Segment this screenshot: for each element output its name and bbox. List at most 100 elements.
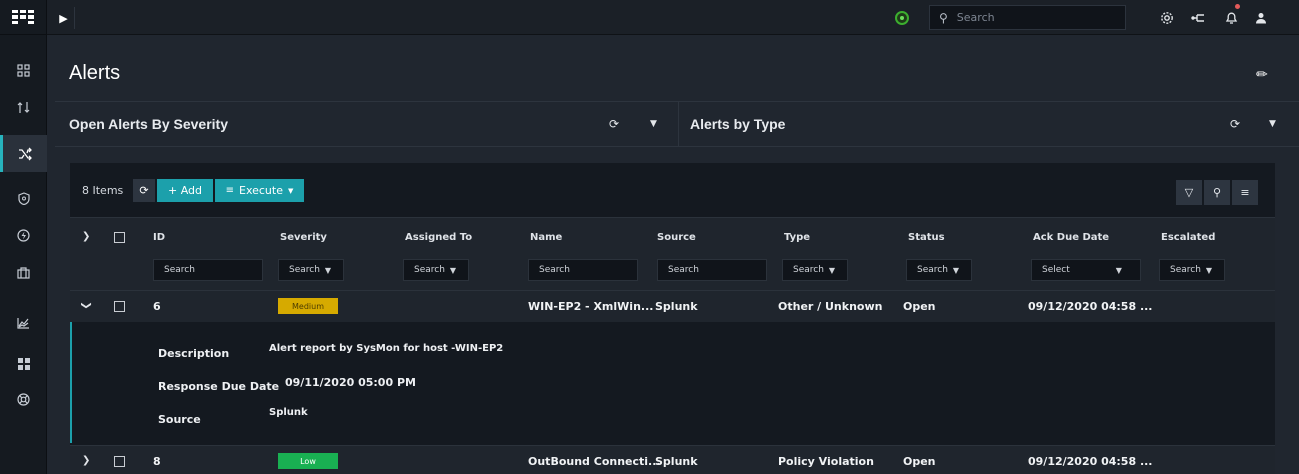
notifications-bell-icon[interactable] xyxy=(1222,9,1240,27)
page-title: Alerts xyxy=(69,62,121,84)
column-header-source[interactable]: Source xyxy=(657,232,696,243)
chevron-right-icon[interactable]: ❯ xyxy=(82,231,90,242)
filter-id[interactable]: Search xyxy=(153,259,263,281)
row-checkbox[interactable] xyxy=(114,301,125,312)
briefcase-icon xyxy=(17,266,30,279)
column-header-status[interactable]: Status xyxy=(908,232,945,243)
nav-queue[interactable] xyxy=(0,89,47,126)
filter-assigned-to[interactable]: Search ▼ xyxy=(403,259,469,281)
widget-title-type: Alerts by Type xyxy=(690,116,786,132)
expand-sidebar-button[interactable]: ▶ xyxy=(53,7,75,29)
search-icon: ⚲ xyxy=(939,10,948,25)
column-header-ack-due-date[interactable]: Ack Due Date xyxy=(1033,232,1109,243)
chevron-down-icon[interactable]: ▼ xyxy=(650,119,657,129)
filter-escalated[interactable]: Search ▼ xyxy=(1159,259,1225,281)
items-count: 8 Items xyxy=(82,184,124,197)
filter-source-text: Search xyxy=(668,265,699,275)
chevron-right-icon[interactable]: ❯ xyxy=(82,455,90,466)
cell-status: Open xyxy=(903,300,936,313)
filter-status[interactable]: Search ▼ xyxy=(906,259,972,281)
nav-widgets[interactable] xyxy=(0,345,47,382)
detail-source-label: Source xyxy=(158,413,201,426)
add-button[interactable]: + Add xyxy=(157,179,213,202)
grid-refresh-button[interactable]: ⟳ xyxy=(133,179,155,202)
settings-icon[interactable] xyxy=(1158,9,1176,27)
nav-help[interactable] xyxy=(0,381,47,418)
nav-reports[interactable] xyxy=(0,304,47,341)
app-logo[interactable] xyxy=(0,0,46,35)
shuffle-icon xyxy=(19,147,32,160)
cell-source: Splunk xyxy=(655,455,698,468)
playbook-icon[interactable] xyxy=(1189,9,1207,27)
filter-escalated-text: Search xyxy=(1170,265,1201,275)
column-header-name[interactable]: Name xyxy=(530,232,562,243)
column-header-escalated[interactable]: Escalated xyxy=(1161,232,1215,243)
detail-description-value: Alert report by SysMon for host -WIN-EP2 xyxy=(269,343,504,354)
column-header-type[interactable]: Type xyxy=(784,232,810,243)
cell-ack-due: 09/12/2020 04:58 ... xyxy=(1028,300,1153,313)
row-detail-panel: Description Alert report by SysMon for h… xyxy=(70,322,1275,443)
caret-down-icon: ▼ xyxy=(324,265,332,275)
edit-pencil-icon[interactable]: ✏ xyxy=(1256,67,1268,83)
cell-ack-due: 09/12/2020 04:58 ... xyxy=(1028,455,1153,468)
alerts-grid-panel: 8 Items ⟳ + Add ≡ Execute ▼ ▽ ⚲ ≡ ❯ ID S… xyxy=(70,163,1275,474)
refresh-icon[interactable]: ⟳ xyxy=(609,117,619,131)
nav-dashboard[interactable] xyxy=(0,52,47,89)
sort-icon xyxy=(17,102,30,113)
caret-down-icon: ▼ xyxy=(1115,265,1122,275)
cell-name[interactable]: WIN-EP2 - XmlWin... xyxy=(528,300,653,313)
caret-down-icon: ▼ xyxy=(828,265,836,275)
column-header-severity[interactable]: Severity xyxy=(280,232,327,243)
menu-icon: ≡ xyxy=(1240,186,1250,199)
nav-security[interactable] xyxy=(0,180,47,217)
row-checkbox[interactable] xyxy=(114,456,125,467)
filter-ack-due-date[interactable]: Select ▼ xyxy=(1031,259,1141,281)
widget-title-severity: Open Alerts By Severity xyxy=(69,116,228,132)
filter-button[interactable]: ▽ xyxy=(1176,180,1202,205)
filter-name[interactable]: Search xyxy=(528,259,638,281)
filter-severity-text: Search xyxy=(289,265,320,275)
nav-incident-response[interactable] xyxy=(0,135,47,172)
chart-icon xyxy=(17,317,29,329)
filter-id-text: Search xyxy=(164,265,195,275)
cell-name[interactable]: OutBound Connecti... xyxy=(528,455,661,468)
select-all-checkbox[interactable] xyxy=(114,232,125,243)
logo-icon xyxy=(12,10,34,24)
table-row[interactable]: ❯ 8 Low OutBound Connecti... Splunk Poli… xyxy=(70,445,1275,474)
caret-down-icon: ▼ xyxy=(1205,265,1213,275)
detail-source-value: Splunk xyxy=(269,407,308,418)
column-menu-button[interactable]: ≡ xyxy=(1232,180,1258,205)
nav-automation[interactable] xyxy=(0,217,47,254)
cell-id: 6 xyxy=(153,300,161,313)
refresh-icon[interactable]: ⟳ xyxy=(1230,117,1240,131)
detail-description-label: Description xyxy=(158,347,230,360)
user-icon[interactable] xyxy=(1252,9,1270,27)
filter-status-text: Search xyxy=(917,265,948,275)
chevron-down-icon[interactable]: ❯ xyxy=(81,301,92,309)
search-icon: ⚲ xyxy=(1212,186,1222,199)
filter-type[interactable]: Search ▼ xyxy=(782,259,848,281)
detail-response-label: Response Due Date xyxy=(158,380,280,393)
execute-label: Execute xyxy=(239,184,283,197)
shield-icon xyxy=(17,192,30,205)
execute-button[interactable]: ≡ Execute ▼ xyxy=(215,179,304,202)
table-row[interactable]: ❯ 6 Medium WIN-EP2 - XmlWin... Splunk Ot… xyxy=(70,290,1275,322)
caret-down-icon: ▼ xyxy=(952,265,960,275)
notification-badge xyxy=(1235,4,1240,9)
filter-severity[interactable]: Search ▼ xyxy=(278,259,344,281)
playbook-icon: ≡ xyxy=(225,185,234,196)
filter-ack-text: Select xyxy=(1042,265,1070,275)
dashboard-icon xyxy=(17,64,30,77)
left-nav-rail xyxy=(0,0,47,474)
column-header-id[interactable]: ID xyxy=(153,232,165,243)
grid-search-button[interactable]: ⚲ xyxy=(1204,180,1230,205)
global-search-input[interactable]: ⚲ Search xyxy=(929,5,1126,30)
filter-name-text: Search xyxy=(539,265,570,275)
chevron-down-icon[interactable]: ▼ xyxy=(1269,119,1276,129)
system-status-indicator[interactable] xyxy=(895,11,909,25)
column-header-assigned-to[interactable]: Assigned To xyxy=(405,232,472,243)
chevron-down-icon: ▼ xyxy=(288,186,294,195)
cell-type: Other / Unknown xyxy=(778,300,883,313)
filter-source[interactable]: Search xyxy=(657,259,767,281)
nav-assets[interactable] xyxy=(0,254,47,291)
